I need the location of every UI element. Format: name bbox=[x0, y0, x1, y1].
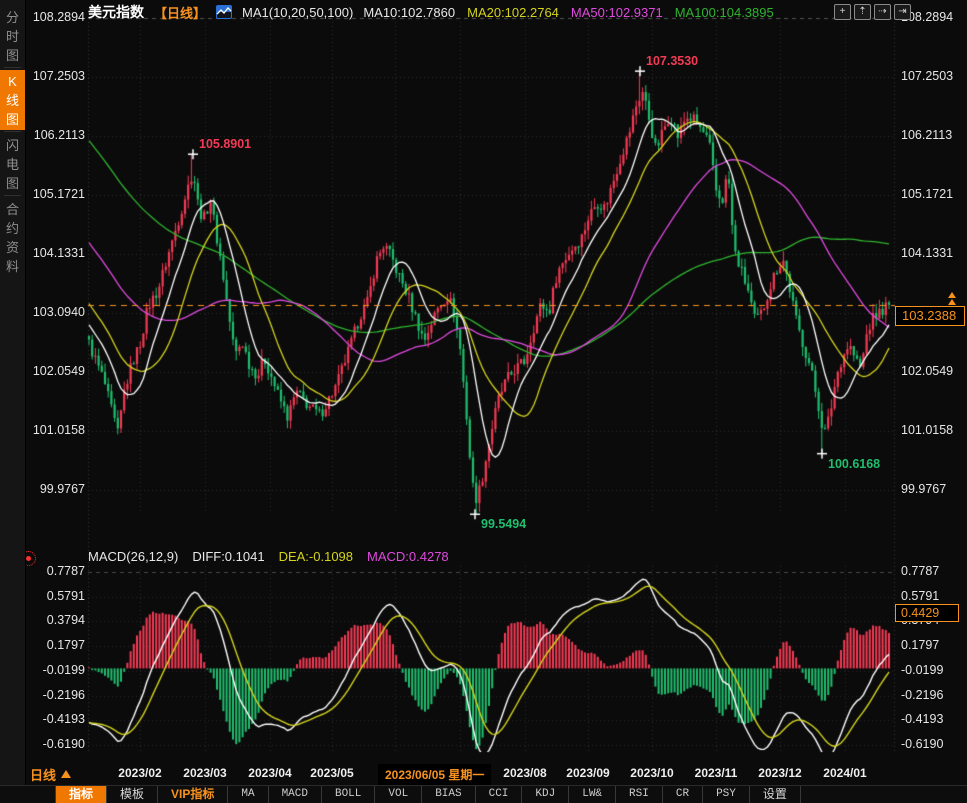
period-label: 日线 bbox=[30, 765, 56, 784]
indicator-tab-指标[interactable]: 指标 bbox=[55, 786, 107, 803]
line-chart-icon bbox=[216, 5, 232, 19]
sidebar-divider bbox=[4, 131, 21, 132]
sidebar-tab-4[interactable]: 合 约 资 料 bbox=[0, 198, 25, 278]
macd-diff-value: DIFF:0.1041 bbox=[192, 549, 264, 564]
indicator-tab-BOLL[interactable]: BOLL bbox=[322, 786, 375, 803]
macd-axis-label-right: 0.5791 bbox=[901, 589, 965, 603]
indicator-tab-LW&[interactable]: LW& bbox=[569, 786, 616, 803]
macd-axis-label-right: -0.0199 bbox=[901, 663, 965, 677]
symbol-title: 美元指数 bbox=[88, 2, 144, 22]
ma-value-3: MA50:102.9371 bbox=[571, 5, 663, 20]
price-axis-label-left: 108.2894 bbox=[28, 10, 85, 24]
price-chart-canvas[interactable] bbox=[0, 0, 967, 803]
macd-axis-label-left: -0.0199 bbox=[28, 663, 85, 677]
period-tag: 【日线】 bbox=[154, 3, 206, 22]
x-axis-label: 2023/08 bbox=[491, 766, 559, 780]
app-root: 分 时 图 K 线 图闪 电 图合 约 资 料 美元指数 【日线】 MA1(10,… bbox=[0, 0, 967, 803]
current-price-value: 103.2388 bbox=[902, 308, 956, 323]
price-axis-label-right: 107.2503 bbox=[901, 69, 965, 83]
macd-macd-value: MACD:0.4278 bbox=[367, 549, 449, 564]
x-axis-label: 2023/05 bbox=[298, 766, 366, 780]
indicator-tab-KDJ[interactable]: KDJ bbox=[522, 786, 569, 803]
extreme-label: 99.5494 bbox=[481, 517, 526, 531]
price-axis-label-left: 106.2113 bbox=[28, 128, 85, 142]
macd-axis-label-right: -0.6190 bbox=[901, 737, 965, 751]
indicator-tab-VOL[interactable]: VOL bbox=[375, 786, 422, 803]
sidebar-tab-2[interactable]: K 线 图 bbox=[0, 70, 25, 130]
macd-axis-label-left: 0.5791 bbox=[28, 589, 85, 603]
x-axis-label: 2023/11 bbox=[682, 766, 750, 780]
macd-axis-label-left: -0.6190 bbox=[28, 737, 85, 751]
price-axis-label-left: 104.1331 bbox=[28, 246, 85, 260]
crosshair-date-label: 2023/06/05 星期一 bbox=[378, 764, 491, 785]
indicator-tab-VIP指标[interactable]: VIP指标 bbox=[158, 786, 228, 803]
chart-window-icons: +⇡⇢⇥ bbox=[834, 4, 911, 20]
indicator-tab-bar: 指标模板VIP指标MAMACDBOLLVOLBIASCCIKDJLW&RSICR… bbox=[0, 785, 967, 803]
macd-axis-label-right: 0.1797 bbox=[901, 638, 965, 652]
period-selector[interactable]: 日线 bbox=[30, 765, 71, 784]
x-axis-label: 2023/04 bbox=[236, 766, 304, 780]
ma-config-label: MA1(10,20,50,100) bbox=[242, 5, 353, 20]
macd-axis-label-left: -0.4193 bbox=[28, 712, 85, 726]
x-axis-label: 2023/02 bbox=[106, 766, 174, 780]
macd-current-value-tag: 0.4429 bbox=[895, 604, 959, 622]
sidebar-divider bbox=[4, 67, 21, 68]
sidebar-tab-1[interactable]: 分 时 图 bbox=[0, 6, 25, 66]
sidebar-tab-3[interactable]: 闪 电 图 bbox=[0, 134, 25, 194]
macd-dea-value: DEA:-0.1098 bbox=[279, 549, 353, 564]
ma-values: MA10:102.7860 MA20:102.2764 MA50:102.9371 M… bbox=[363, 5, 773, 20]
axis-zoom-out-icon[interactable]: ⇢ bbox=[874, 4, 891, 20]
indicator-tab-BIAS[interactable]: BIAS bbox=[422, 786, 475, 803]
price-axis-label-right: 105.1721 bbox=[901, 187, 965, 201]
indicator-tab-模板[interactable]: 模板 bbox=[107, 786, 158, 803]
extreme-label: 105.8901 bbox=[199, 137, 251, 151]
price-axis-label-right: 99.9767 bbox=[901, 482, 965, 496]
ma-value-2: MA20:102.2764 bbox=[467, 5, 559, 20]
price-axis-label-left: 103.0940 bbox=[28, 305, 85, 319]
indicator-tab-CR[interactable]: CR bbox=[663, 786, 703, 803]
ma-value-4: MA100:104.3895 bbox=[675, 5, 774, 20]
sidebar: 分 时 图 K 线 图闪 电 图合 约 资 料 bbox=[0, 0, 26, 803]
indicator-tab-MACD[interactable]: MACD bbox=[269, 786, 322, 803]
x-axis-label: 2023/09 bbox=[554, 766, 622, 780]
price-axis-label-left: 101.0158 bbox=[28, 423, 85, 437]
current-price-tag: 103.2388 bbox=[895, 306, 965, 326]
price-axis-label-left: 99.9767 bbox=[28, 482, 85, 496]
ma-value-1: MA10:102.7860 bbox=[363, 5, 455, 20]
extreme-label: 100.6168 bbox=[828, 457, 880, 471]
macd-axis-label-left: 0.1797 bbox=[28, 638, 85, 652]
pan-right-icon[interactable]: ⇥ bbox=[894, 4, 911, 20]
indicator-tab-MA[interactable]: MA bbox=[228, 786, 268, 803]
sidebar-divider bbox=[4, 195, 21, 196]
macd-axis-label-left: -0.2196 bbox=[28, 688, 85, 702]
macd-axis-label-right: 0.7787 bbox=[901, 564, 965, 578]
macd-axis-label-left: 0.3794 bbox=[28, 613, 85, 627]
up-arrows-icon bbox=[948, 292, 956, 306]
price-axis-label-right: 104.1331 bbox=[901, 246, 965, 260]
price-axis-label-left: 107.2503 bbox=[28, 69, 85, 83]
indicator-tab-PSY[interactable]: PSY bbox=[703, 786, 750, 803]
price-axis-label-right: 101.0158 bbox=[901, 423, 965, 437]
macd-header: MACD(26,12,9) DIFF:0.1041 DEA:-0.1098 MA… bbox=[88, 549, 449, 564]
macd-axis-label-right: -0.2196 bbox=[901, 688, 965, 702]
x-axis-label: 2024/01 bbox=[811, 766, 879, 780]
price-axis-label-right: 102.0549 bbox=[901, 364, 965, 378]
crosshair-icon[interactable]: + bbox=[834, 4, 851, 20]
x-axis-label: 2023/12 bbox=[746, 766, 814, 780]
price-axis-label-left: 105.1721 bbox=[28, 187, 85, 201]
axis-zoom-in-icon[interactable]: ⇡ bbox=[854, 4, 871, 20]
indicator-tab-CCI[interactable]: CCI bbox=[476, 786, 523, 803]
indicator-tab-RSI[interactable]: RSI bbox=[616, 786, 663, 803]
macd-formula: MACD(26,12,9) bbox=[88, 549, 178, 564]
price-axis-label-right: 106.2113 bbox=[901, 128, 965, 142]
triangle-up-icon bbox=[61, 770, 71, 778]
chart-header: 美元指数 【日线】 MA1(10,20,50,100) MA10:102.786… bbox=[88, 3, 774, 21]
extreme-label: 107.3530 bbox=[646, 54, 698, 68]
macd-axis-label-right: -0.4193 bbox=[901, 712, 965, 726]
x-axis-label: 2023/10 bbox=[618, 766, 686, 780]
x-axis-label: 2023/03 bbox=[171, 766, 239, 780]
macd-axis-label-left: 0.7787 bbox=[28, 564, 85, 578]
indicator-tab-设置[interactable]: 设置 bbox=[750, 786, 801, 803]
price-axis-label-left: 102.0549 bbox=[28, 364, 85, 378]
